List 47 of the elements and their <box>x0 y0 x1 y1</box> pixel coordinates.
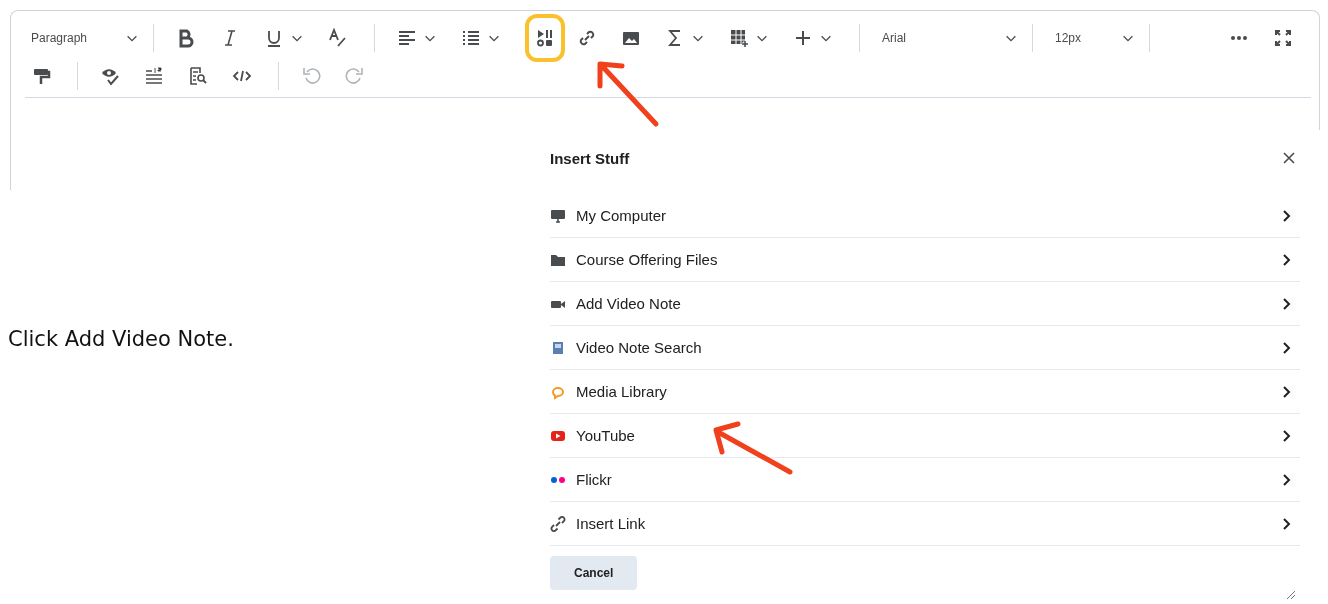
menu-item[interactable]: Media Library <box>550 370 1300 414</box>
table-icon <box>729 28 749 48</box>
chevron-right-icon <box>1282 208 1292 223</box>
menu-item[interactable]: Insert Link <box>550 502 1300 546</box>
menu-item[interactable]: Flickr <box>550 458 1300 502</box>
two-dots-icon <box>551 476 565 483</box>
dialog-title: Insert Stuff <box>550 149 630 167</box>
more-icon <box>1229 35 1249 41</box>
dropdown[interactable]: 12px <box>1049 22 1141 54</box>
align-icon <box>397 28 417 48</box>
undo-icon <box>301 66 321 86</box>
chevron-right-icon <box>1282 296 1292 311</box>
link-icon <box>550 515 566 532</box>
instruction-text: Click Add Video Note. <box>8 327 234 351</box>
dropdown[interactable]: Paragraph <box>25 22 145 54</box>
menu-item[interactable]: Video Note Search <box>550 326 1300 370</box>
resize-handle-icon <box>1286 590 1296 600</box>
list-icon <box>461 28 481 48</box>
chevron-right-icon <box>1282 516 1292 531</box>
monitor-icon <box>551 209 565 223</box>
chevron-right-icon <box>1282 384 1292 399</box>
preview-check-icon <box>100 66 120 86</box>
chevron-right-icon <box>1282 428 1292 443</box>
menu-item[interactable]: Add Video Note <box>550 282 1300 326</box>
redo-icon <box>345 66 365 86</box>
menu-item[interactable]: YouTube <box>550 414 1300 458</box>
line-numbers-icon <box>144 66 164 86</box>
menu-item[interactable]: My Computer <box>550 194 1300 238</box>
find-icon <box>188 66 208 86</box>
chevron-right-icon <box>1282 472 1292 487</box>
spellcheck-icon <box>328 28 348 48</box>
chevron-right-icon <box>1282 340 1292 355</box>
cancel-button[interactable]: Cancel <box>550 556 638 590</box>
insert-media-icon <box>535 28 555 48</box>
link-icon <box>577 28 597 48</box>
speech-bubble-icon <box>552 386 564 399</box>
dropdown[interactable]: Arial <box>876 22 1024 54</box>
film-icon <box>553 341 563 354</box>
folder-icon <box>551 254 565 266</box>
play-icon <box>551 430 565 441</box>
close-icon <box>1282 151 1296 165</box>
video-camera-icon <box>551 300 565 308</box>
menu-item[interactable]: Course Offering Files <box>550 238 1300 282</box>
fullscreen-icon <box>1273 28 1293 48</box>
plus-icon <box>793 28 813 48</box>
chevron-right-icon <box>1282 252 1292 267</box>
paint-format-icon <box>31 66 51 86</box>
